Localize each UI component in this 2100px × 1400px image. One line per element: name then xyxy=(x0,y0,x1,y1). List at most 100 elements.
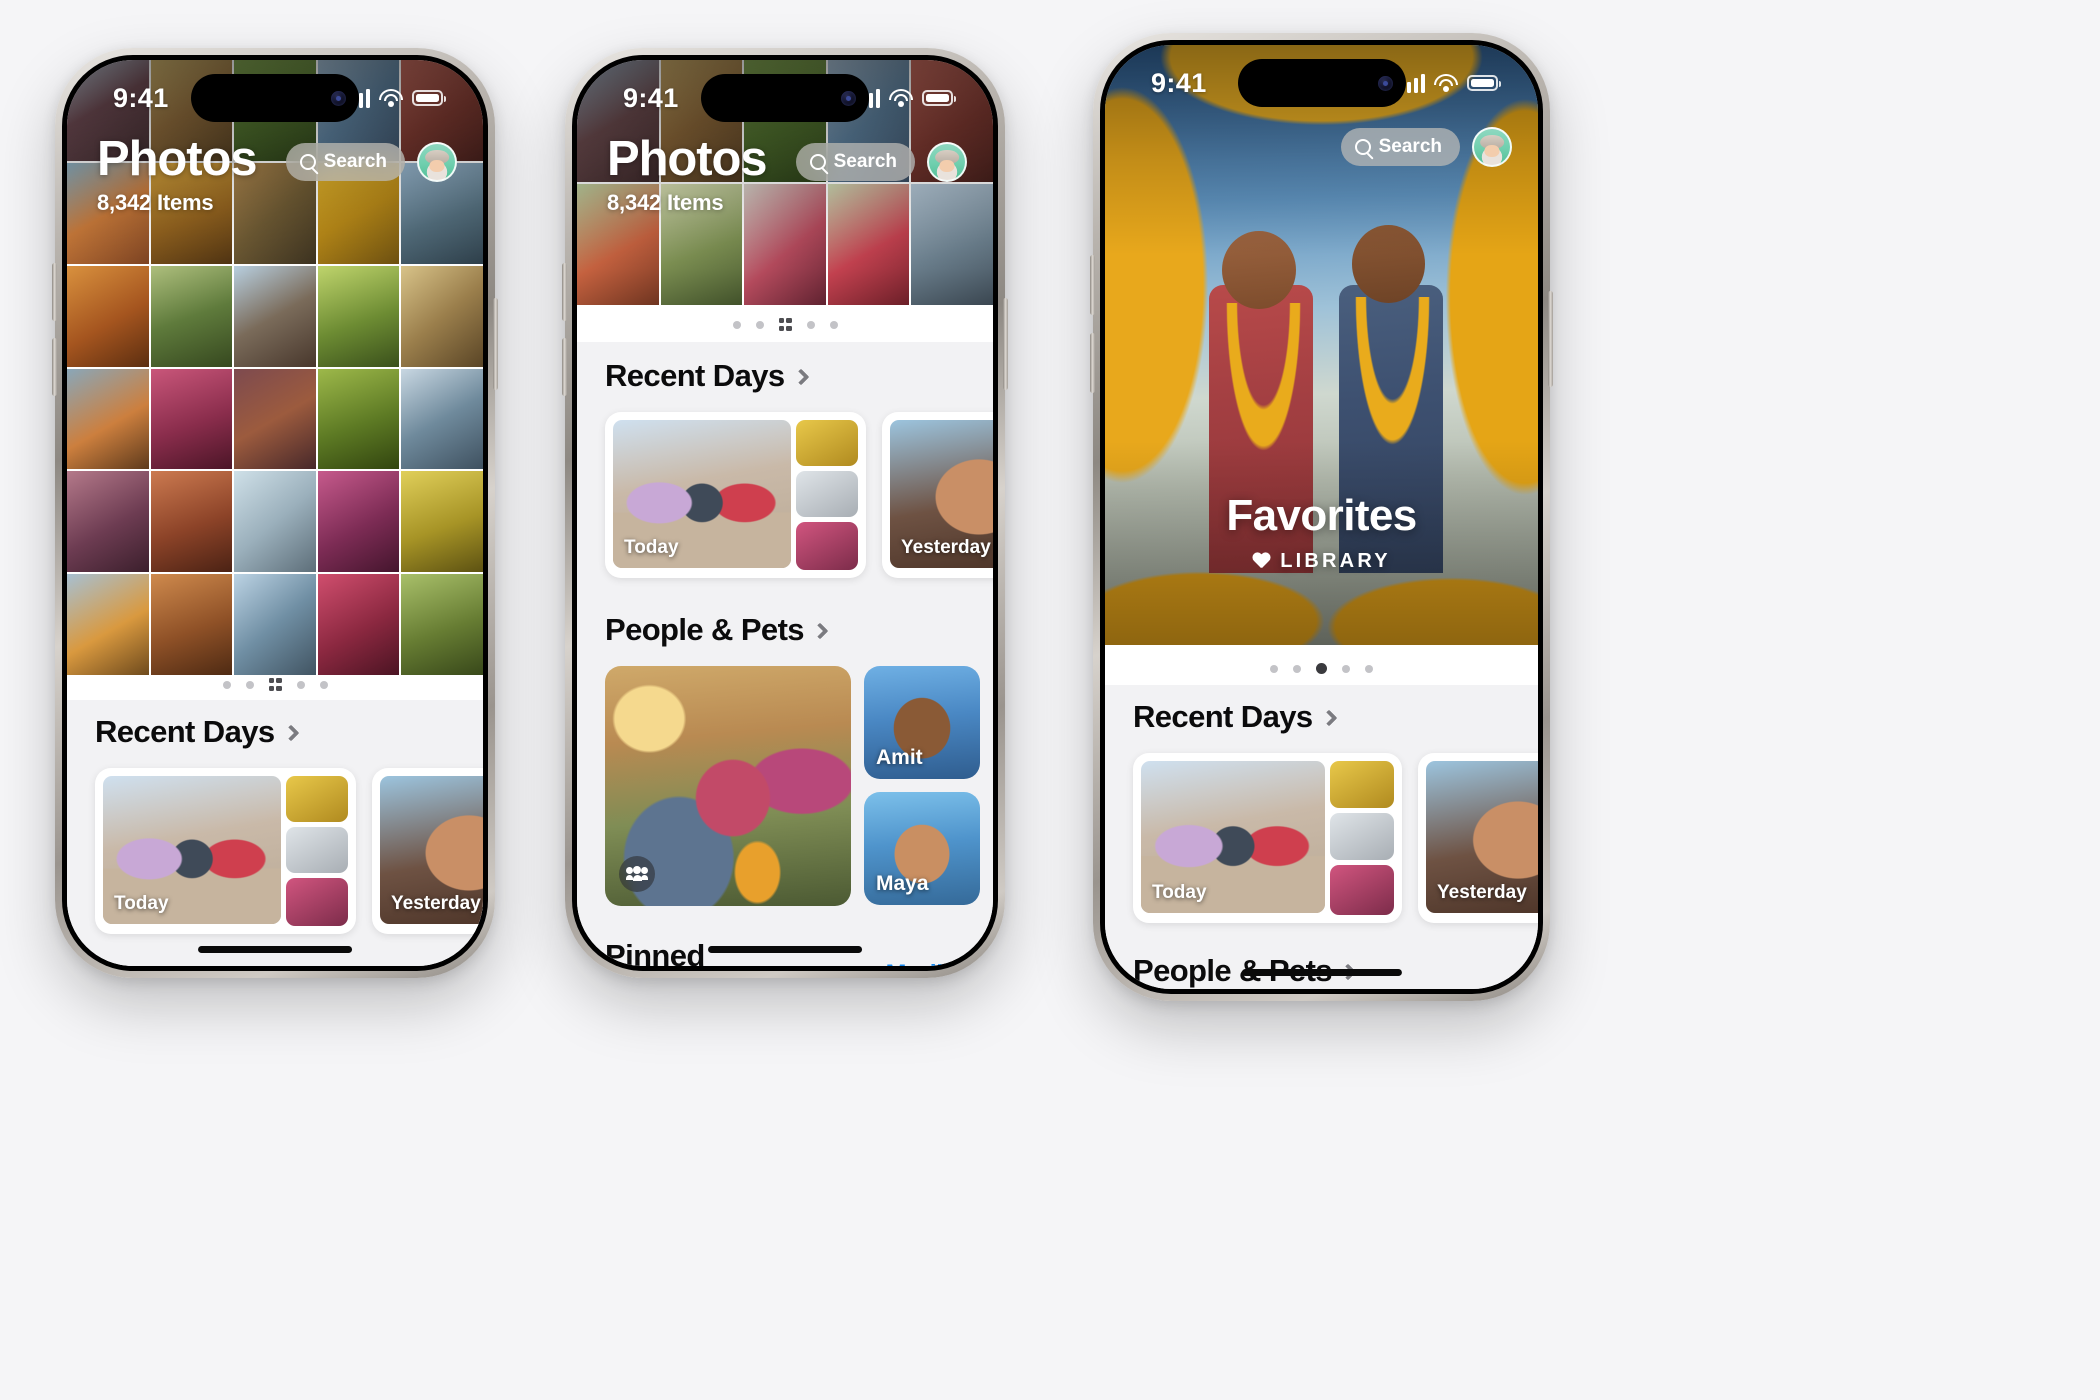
recent-day-thumb[interactable] xyxy=(286,878,348,926)
power-button[interactable] xyxy=(1548,291,1553,387)
photo-tile[interactable] xyxy=(67,265,149,367)
search-button[interactable]: Search xyxy=(285,143,405,181)
page-dot[interactable] xyxy=(732,320,741,329)
photo-tile[interactable] xyxy=(234,471,316,573)
page-dot-active[interactable] xyxy=(268,678,282,691)
page-dot[interactable] xyxy=(755,320,764,329)
profile-avatar[interactable] xyxy=(417,142,457,182)
page-dot[interactable] xyxy=(245,680,254,689)
profile-avatar[interactable] xyxy=(927,142,967,182)
recent-day-thumb[interactable] xyxy=(796,420,858,466)
people-pets-row[interactable]: Amit Maya xyxy=(577,648,993,906)
section-title: Recent Days xyxy=(95,714,275,749)
page-dots[interactable] xyxy=(577,318,993,331)
photo-tile[interactable] xyxy=(317,368,400,470)
photo-tile[interactable] xyxy=(401,574,483,675)
page-dot[interactable] xyxy=(222,680,231,689)
recent-day-thumb[interactable] xyxy=(1330,865,1394,915)
photo-tile[interactable] xyxy=(150,368,233,470)
recent-day-thumb[interactable] xyxy=(286,827,348,873)
power-button[interactable] xyxy=(493,298,498,390)
recent-day-main-photo[interactable]: Yesterday xyxy=(890,420,993,568)
photo-tile[interactable] xyxy=(317,574,400,675)
recent-day-card[interactable]: Today xyxy=(605,412,866,578)
collections-sheet[interactable]: Recent Days Today xyxy=(1105,685,1538,989)
search-button[interactable]: Search xyxy=(795,143,915,181)
people-group-card[interactable] xyxy=(605,666,851,906)
recent-day-side-photos[interactable] xyxy=(1330,761,1394,915)
photo-tile[interactable] xyxy=(401,471,483,573)
recent-day-card[interactable]: Yesterday xyxy=(1418,753,1538,923)
recent-day-main-photo[interactable]: Yesterday xyxy=(1426,761,1538,913)
profile-avatar[interactable] xyxy=(1472,127,1512,167)
favorites-hero[interactable]: Search Favorites LIBRARY xyxy=(1105,45,1538,645)
recent-day-thumb[interactable] xyxy=(1330,761,1394,808)
recent-day-thumb[interactable] xyxy=(796,522,858,570)
page-dot[interactable] xyxy=(1293,664,1301,673)
home-indicator[interactable] xyxy=(1241,969,1402,976)
page-dot[interactable] xyxy=(1342,664,1350,673)
page-dot[interactable] xyxy=(829,320,838,329)
photo-tile[interactable] xyxy=(401,368,483,470)
page-dot[interactable] xyxy=(806,320,815,329)
page-dots[interactable] xyxy=(67,678,483,691)
recent-day-card[interactable]: Today xyxy=(95,768,356,934)
power-button[interactable] xyxy=(1003,298,1008,390)
modify-button[interactable]: Modify xyxy=(886,960,966,967)
photo-tile[interactable] xyxy=(67,574,149,675)
photo-tile[interactable] xyxy=(150,471,233,573)
volume-down-button[interactable] xyxy=(52,338,57,396)
page-dot[interactable] xyxy=(1365,664,1373,673)
recent-day-side-photos[interactable] xyxy=(796,420,858,570)
volume-up-button[interactable] xyxy=(52,263,57,321)
home-indicator[interactable] xyxy=(708,946,862,953)
person-card[interactable]: Maya xyxy=(864,792,980,905)
page-dot-active[interactable] xyxy=(1316,663,1327,674)
recent-day-main-photo[interactable]: Today xyxy=(1141,761,1325,913)
people-pets-header[interactable]: People & Pets xyxy=(67,964,483,966)
library-photo-grid[interactable]: Photos 8,342 Items Search xyxy=(67,60,483,675)
home-indicator[interactable] xyxy=(198,946,352,953)
recent-day-card[interactable]: Today xyxy=(1133,753,1402,923)
page-dot[interactable] xyxy=(296,680,305,689)
collections-sheet[interactable]: Recent Days Today xyxy=(67,700,483,966)
recent-day-card[interactable]: Yesterday xyxy=(372,768,483,934)
page-dot[interactable] xyxy=(319,680,328,689)
photo-tile[interactable] xyxy=(317,471,400,573)
recent-day-thumb[interactable] xyxy=(1330,813,1394,860)
recent-days-header[interactable]: Recent Days xyxy=(1105,699,1538,735)
photo-tile[interactable] xyxy=(67,471,149,573)
photo-tile[interactable] xyxy=(150,574,233,675)
photo-tile[interactable] xyxy=(234,265,316,367)
person-card[interactable]: Amit xyxy=(864,666,980,779)
page-dot-active[interactable] xyxy=(778,318,792,331)
recent-day-main-photo[interactable]: Today xyxy=(103,776,281,924)
recent-day-thumb[interactable] xyxy=(796,471,858,517)
volume-down-button[interactable] xyxy=(1090,333,1095,393)
recent-day-thumb[interactable] xyxy=(286,776,348,822)
people-pets-header[interactable]: People & Pets xyxy=(577,612,993,648)
recent-days-row[interactable]: Today Yesterday xyxy=(577,394,993,578)
volume-up-button[interactable] xyxy=(1090,255,1095,315)
search-button[interactable]: Search xyxy=(1340,128,1460,166)
photo-tile[interactable] xyxy=(401,265,483,367)
recent-day-card[interactable]: Yesterday xyxy=(882,412,993,578)
photo-tile[interactable] xyxy=(234,574,316,675)
photo-tile[interactable] xyxy=(317,265,400,367)
recent-day-main-photo[interactable]: Today xyxy=(613,420,791,568)
recent-days-row[interactable]: Today Yesterday xyxy=(1105,735,1538,923)
volume-down-button[interactable] xyxy=(562,338,567,396)
recent-days-row[interactable]: Today Yesterday xyxy=(67,750,483,934)
page-dot[interactable] xyxy=(1270,664,1278,673)
recent-day-main-photo[interactable]: Yesterday xyxy=(380,776,483,924)
page-dots[interactable] xyxy=(1105,663,1538,674)
recent-day-side-photos[interactable] xyxy=(286,776,348,926)
people-cards-column[interactable]: Amit Maya xyxy=(864,666,980,906)
photo-tile[interactable] xyxy=(234,368,316,470)
photo-tile[interactable] xyxy=(67,368,149,470)
volume-up-button[interactable] xyxy=(562,263,567,321)
recent-days-header[interactable]: Recent Days xyxy=(67,714,483,750)
photo-tile[interactable] xyxy=(150,265,233,367)
collections-sheet[interactable]: Recent Days Today xyxy=(577,342,993,966)
recent-days-header[interactable]: Recent Days xyxy=(577,358,993,394)
